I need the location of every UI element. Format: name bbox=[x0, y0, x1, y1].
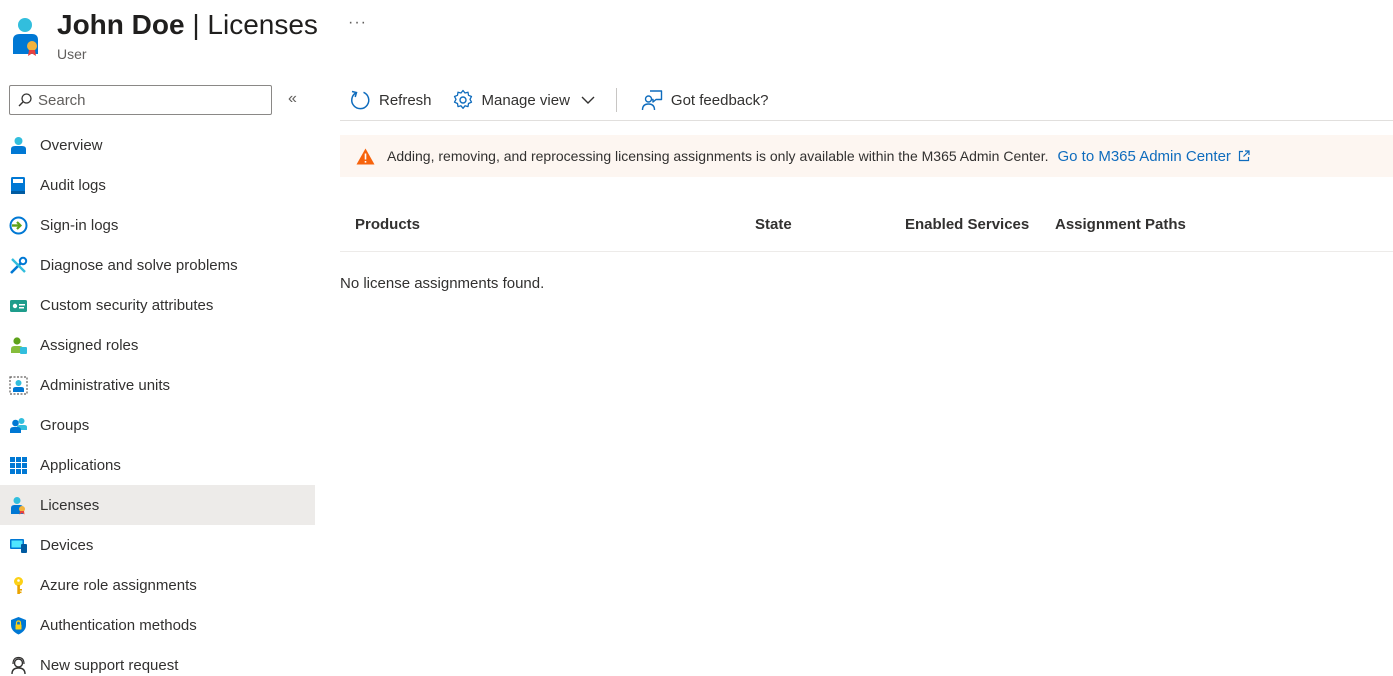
manage-view-label: Manage view bbox=[481, 91, 570, 109]
warning-banner: Adding, removing, and reprocessing licen… bbox=[340, 135, 1393, 177]
user-license-icon bbox=[13, 18, 38, 56]
page-header: John Doe | Licenses User ··· bbox=[0, 0, 1393, 72]
book-icon bbox=[9, 176, 28, 195]
search-input[interactable] bbox=[38, 91, 258, 109]
sidebar-item-groups[interactable]: Groups bbox=[0, 405, 315, 445]
sidebar-item-label: Diagnose and solve problems bbox=[40, 256, 238, 274]
collapse-sidebar-button[interactable]: « bbox=[288, 91, 297, 107]
key-icon bbox=[9, 576, 28, 595]
feedback-button[interactable]: Got feedback? bbox=[641, 84, 769, 116]
sidebar-item-licenses[interactable]: Licenses bbox=[0, 485, 315, 525]
feedback-label: Got feedback? bbox=[670, 91, 769, 109]
sidebar-item-overview[interactable]: Overview bbox=[0, 125, 315, 165]
banner-link-label: Go to M365 Admin Center bbox=[1057, 147, 1231, 165]
title-section: Licenses bbox=[207, 9, 318, 40]
sidebar-item-assigned-roles[interactable]: Assigned roles bbox=[0, 325, 315, 365]
external-link-icon bbox=[1238, 150, 1250, 162]
banner-message: Adding, removing, and reprocessing licen… bbox=[387, 148, 1049, 164]
sidebar-item-label: Custom security attributes bbox=[40, 296, 214, 314]
search-box[interactable] bbox=[9, 85, 272, 115]
command-bar: Refresh Manage view Got feedback? bbox=[340, 80, 1393, 121]
gear-icon bbox=[453, 89, 472, 109]
column-header-state[interactable]: State bbox=[755, 216, 792, 233]
grid-icon bbox=[9, 456, 28, 475]
sidebar-item-custom-security-attributes[interactable]: Custom security attributes bbox=[0, 285, 315, 325]
groups-icon bbox=[9, 416, 28, 435]
sidebar-item-label: Assigned roles bbox=[40, 336, 139, 354]
sidebar-item-label: Groups bbox=[40, 416, 90, 434]
sidebar-item-label: Azure role assignments bbox=[40, 576, 197, 594]
shield-icon bbox=[9, 616, 28, 635]
license-icon bbox=[9, 496, 28, 515]
user-role-icon bbox=[9, 336, 28, 355]
chevron-down-icon bbox=[581, 96, 595, 104]
sidebar-item-label: Applications bbox=[40, 456, 121, 474]
search-icon bbox=[18, 93, 32, 107]
toolbar-divider bbox=[615, 88, 617, 112]
wrench-icon bbox=[9, 256, 28, 275]
refresh-icon bbox=[351, 90, 370, 110]
sign-in-icon bbox=[9, 216, 28, 235]
refresh-label: Refresh bbox=[379, 91, 432, 109]
sidebar: « Overview Audit logs Sign-in logs Diagn… bbox=[0, 80, 315, 676]
licenses-table-header: Products State Enabled Services Assignme… bbox=[340, 200, 1393, 252]
sidebar-item-label: Licenses bbox=[40, 496, 100, 514]
sidebar-item-label: New support request bbox=[40, 656, 179, 674]
title-separator: | bbox=[192, 9, 200, 40]
manage-view-button[interactable]: Manage view bbox=[452, 84, 596, 116]
sidebar-item-azure-role-assignments[interactable]: Azure role assignments bbox=[0, 565, 315, 605]
sidebar-item-label: Authentication methods bbox=[40, 616, 197, 634]
sidebar-item-label: Administrative units bbox=[40, 376, 171, 394]
sidebar-item-authentication-methods[interactable]: Authentication methods bbox=[0, 605, 315, 645]
sidebar-nav: Overview Audit logs Sign-in logs Diagnos… bbox=[0, 125, 315, 676]
id-card-icon bbox=[9, 296, 28, 315]
support-icon bbox=[9, 656, 28, 675]
sidebar-item-audit-logs[interactable]: Audit logs bbox=[0, 165, 315, 205]
column-header-enabled-services[interactable]: Enabled Services bbox=[905, 216, 1029, 233]
sidebar-item-new-support-request[interactable]: New support request bbox=[0, 645, 315, 676]
title-user-name: John Doe bbox=[57, 9, 185, 40]
m365-admin-center-link[interactable]: Go to M365 Admin Center bbox=[1057, 147, 1250, 165]
warning-icon bbox=[356, 148, 375, 164]
sidebar-item-administrative-units[interactable]: Administrative units bbox=[0, 365, 315, 405]
admin-units-icon bbox=[9, 375, 28, 395]
sidebar-item-sign-in-logs[interactable]: Sign-in logs bbox=[0, 205, 315, 245]
column-header-assignment-paths[interactable]: Assignment Paths bbox=[1055, 216, 1186, 233]
monitor-icon bbox=[9, 536, 28, 555]
empty-state-message: No license assignments found. bbox=[340, 275, 545, 292]
sidebar-item-label: Sign-in logs bbox=[40, 216, 119, 234]
sidebar-item-label: Devices bbox=[40, 536, 94, 554]
sidebar-item-devices[interactable]: Devices bbox=[0, 525, 315, 565]
user-icon bbox=[9, 136, 28, 155]
more-options-button[interactable]: ··· bbox=[348, 14, 367, 32]
page-title: John Doe | Licenses bbox=[57, 6, 318, 44]
refresh-button[interactable]: Refresh bbox=[349, 84, 432, 116]
sidebar-item-diagnose-and-solve-problems[interactable]: Diagnose and solve problems bbox=[0, 245, 315, 285]
page-subtitle: User bbox=[57, 46, 87, 62]
column-header-products[interactable]: Products bbox=[355, 216, 420, 233]
sidebar-item-applications[interactable]: Applications bbox=[0, 445, 315, 485]
feedback-icon bbox=[641, 90, 663, 111]
sidebar-item-label: Overview bbox=[40, 136, 103, 154]
sidebar-item-label: Audit logs bbox=[40, 176, 106, 194]
